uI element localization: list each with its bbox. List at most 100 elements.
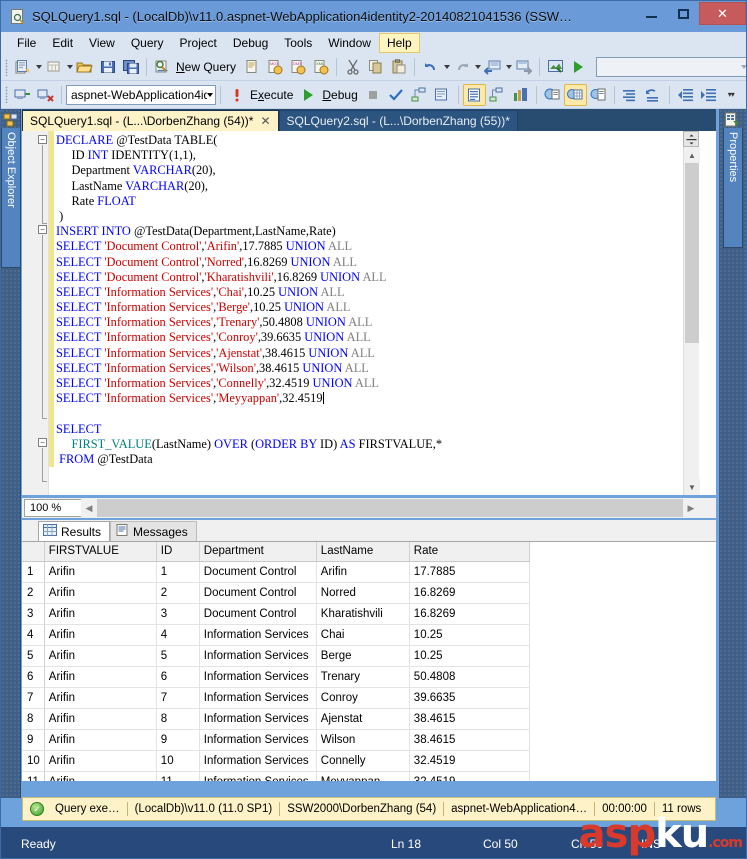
table-cell[interactable]: Arifin (44, 750, 157, 772)
column-header[interactable]: LastName (316, 542, 410, 562)
table-cell[interactable]: Document Control (199, 603, 317, 625)
table-cell[interactable]: Arifin (316, 561, 410, 583)
column-header[interactable]: FIRSTVALUE (44, 542, 157, 562)
table-cell[interactable]: 17.7885 (409, 561, 530, 583)
menu-query[interactable]: Query (123, 33, 172, 53)
decrease-indent-icon[interactable] (674, 84, 697, 106)
menu-tools[interactable]: Tools (276, 33, 320, 53)
table-cell[interactable]: Arifin (44, 729, 157, 751)
navigate-backward-icon[interactable] (481, 56, 504, 78)
table-cell[interactable]: 16.8269 (409, 603, 530, 625)
table-cell[interactable]: 7 (156, 687, 200, 709)
close-button[interactable]: ✕ (699, 2, 746, 25)
table-cell[interactable]: Arifin (44, 708, 157, 730)
column-header[interactable]: ID (156, 542, 200, 562)
row-number-cell[interactable]: 4 (22, 624, 45, 646)
table-cell[interactable]: Document Control (199, 582, 317, 604)
table-cell[interactable]: Arifin (44, 582, 157, 604)
minimize-button[interactable] (635, 2, 667, 25)
tab-messages[interactable]: Messages (110, 521, 197, 541)
table-cell[interactable]: Arifin (44, 771, 157, 781)
table-row[interactable]: 3 Arifin 3 Document Control Kharatishvili 16.… (22, 603, 530, 625)
table-row[interactable]: 7 Arifin 7 Information Services Conroy 39.663… (22, 687, 530, 709)
execute-icon[interactable] (225, 84, 248, 106)
menu-project[interactable]: Project (172, 33, 225, 53)
new-item-icon[interactable] (42, 56, 65, 78)
table-cell[interactable]: 2 (156, 582, 200, 604)
hscroll-right-button[interactable]: ▶ (683, 499, 699, 517)
table-cell[interactable]: 3 (156, 603, 200, 625)
table-cell[interactable]: 38.4615 (409, 708, 530, 730)
increase-indent-icon[interactable] (697, 84, 720, 106)
table-cell[interactable]: Information Services (199, 708, 317, 730)
table-cell[interactable]: Norred (316, 582, 410, 604)
document-tab-sqlquery2[interactable]: SQLQuery2.sql - (L...\DorbenZhang (55))* (278, 110, 518, 131)
table-cell[interactable]: Information Services (199, 645, 317, 667)
menu-debug[interactable]: Debug (225, 33, 276, 53)
outline-collapse-declare-icon[interactable]: − (38, 135, 47, 144)
stop-icon[interactable] (362, 84, 385, 106)
query-options-icon[interactable] (431, 84, 454, 106)
results-to-grid-icon[interactable] (563, 83, 587, 106)
row-number-cell[interactable]: 11 (22, 771, 45, 781)
row-number-cell[interactable]: 10 (22, 750, 45, 772)
new-project-icon[interactable] (11, 56, 34, 78)
results-grid[interactable]: FIRSTVALUE ID Department LastName Rate 1 Arif… (22, 541, 716, 781)
toolbar-grip[interactable] (5, 58, 8, 76)
table-cell[interactable]: Trenary (316, 666, 410, 688)
table-cell[interactable]: 1 (156, 561, 200, 583)
editor-horizontal-scrollbar[interactable] (97, 499, 683, 517)
copy-icon[interactable] (364, 56, 387, 78)
toolbar-grip-2[interactable] (5, 86, 8, 103)
column-header[interactable]: Department (199, 542, 317, 562)
table-cell[interactable]: 10.25 (409, 624, 530, 646)
start-debugging-icon[interactable] (567, 56, 590, 78)
save-all-icon[interactable] (119, 56, 142, 78)
table-row[interactable]: 10 Arifin 10 Information Services Connelly 32… (22, 750, 530, 772)
table-cell[interactable]: Kharatishvili (316, 603, 410, 625)
menu-file[interactable]: File (9, 33, 44, 53)
column-header[interactable]: Rate (409, 542, 530, 562)
table-cell[interactable]: Information Services (199, 687, 317, 709)
table-cell[interactable]: 9 (156, 729, 200, 751)
open-file-icon[interactable] (73, 56, 96, 78)
save-icon[interactable] (96, 56, 119, 78)
scrollbar-thumb[interactable] (685, 163, 699, 343)
table-cell[interactable]: Information Services (199, 666, 317, 688)
toolbar2-overflow-button[interactable]: ▾▾ (724, 84, 738, 106)
table-cell[interactable]: 10 (156, 750, 200, 772)
table-cell[interactable]: Chai (316, 624, 410, 646)
display-estimated-plan-icon[interactable] (408, 84, 431, 106)
table-cell[interactable]: Wilson (316, 729, 410, 751)
table-cell[interactable]: 39.6635 (409, 687, 530, 709)
table-cell[interactable]: 8 (156, 708, 200, 730)
new-query-label[interactable]: NNew Queryew Query (174, 60, 240, 74)
cut-icon[interactable] (341, 56, 364, 78)
table-cell[interactable]: Ajenstat (316, 708, 410, 730)
outline-collapse-insert-icon[interactable]: − (38, 225, 47, 234)
comment-icon[interactable] (619, 84, 642, 106)
results-table[interactable]: FIRSTVALUE ID Department LastName Rate 1 Arif… (22, 542, 530, 781)
table-row[interactable]: 8 Arifin 8 Information Services Ajenstat 38.4… (22, 708, 530, 730)
table-cell[interactable]: Arifin (44, 666, 157, 688)
table-cell[interactable]: 6 (156, 666, 200, 688)
object-explorer-tab[interactable]: Object Explorer (1, 128, 21, 268)
menu-edit[interactable]: Edit (44, 33, 81, 53)
menu-help[interactable]: Help (378, 33, 420, 53)
new-analysis-mdx-query-icon[interactable]: MDX (263, 56, 286, 78)
code-text[interactable]: DECLARE @TestData TABLE( ID INT IDENTITY… (56, 133, 704, 467)
uncomment-icon[interactable] (642, 84, 665, 106)
table-cell[interactable]: 32.4519 (409, 750, 530, 772)
table-cell[interactable]: 4 (156, 624, 200, 646)
row-number-cell[interactable]: 5 (22, 645, 45, 667)
database-combo[interactable]: aspnet-WebApplication4ide (66, 84, 216, 105)
new-analysis-dmx-query-icon[interactable]: DMX (286, 56, 309, 78)
scroll-up-button[interactable]: ▲ (684, 147, 700, 163)
connect-icon[interactable] (11, 84, 34, 106)
table-cell[interactable]: Arifin (44, 645, 157, 667)
find-combo[interactable] (596, 57, 746, 77)
outline-collapse-select-icon[interactable]: − (38, 438, 47, 447)
row-number-cell[interactable]: 3 (22, 603, 45, 625)
results-to-text-output-icon[interactable] (541, 84, 564, 106)
debug-icon[interactable] (297, 84, 320, 106)
